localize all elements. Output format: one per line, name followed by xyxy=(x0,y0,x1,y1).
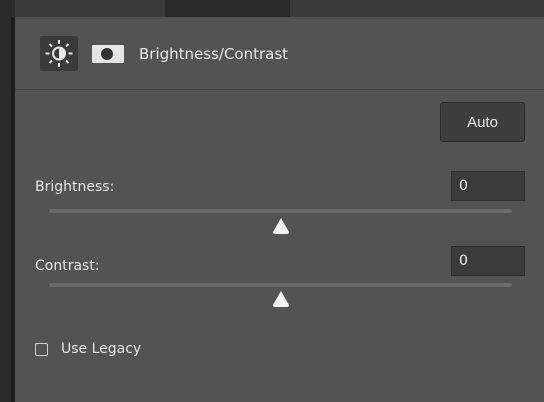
tab-segment xyxy=(15,0,165,17)
brightness-slider-track[interactable] xyxy=(49,209,512,213)
header-divider xyxy=(15,89,544,90)
brightness-sun-icon xyxy=(45,40,73,67)
auto-button[interactable]: Auto xyxy=(440,102,525,142)
layer-mask-icon[interactable] xyxy=(92,45,124,63)
brightness-slider-thumb[interactable] xyxy=(271,217,291,235)
top-tab-strip xyxy=(0,0,544,17)
contrast-value-input[interactable] xyxy=(451,246,525,276)
mask-circle xyxy=(101,48,113,60)
tab-segment xyxy=(290,0,544,17)
adjustment-icon-button[interactable] xyxy=(40,36,78,71)
properties-panel: Brightness/Contrast Auto Brightness: Con… xyxy=(11,17,544,402)
brightness-label: Brightness: xyxy=(35,179,115,195)
use-legacy-label: Use Legacy xyxy=(61,341,142,357)
panel-header: Brightness/Contrast xyxy=(15,17,544,89)
contrast-slider-track[interactable] xyxy=(49,283,512,287)
contrast-label: Contrast: xyxy=(35,258,100,274)
use-legacy-checkbox[interactable] xyxy=(35,343,48,356)
contrast-slider-thumb[interactable] xyxy=(271,290,291,308)
panel-title: Brightness/Contrast xyxy=(139,45,289,63)
brightness-value-input[interactable] xyxy=(451,171,525,201)
